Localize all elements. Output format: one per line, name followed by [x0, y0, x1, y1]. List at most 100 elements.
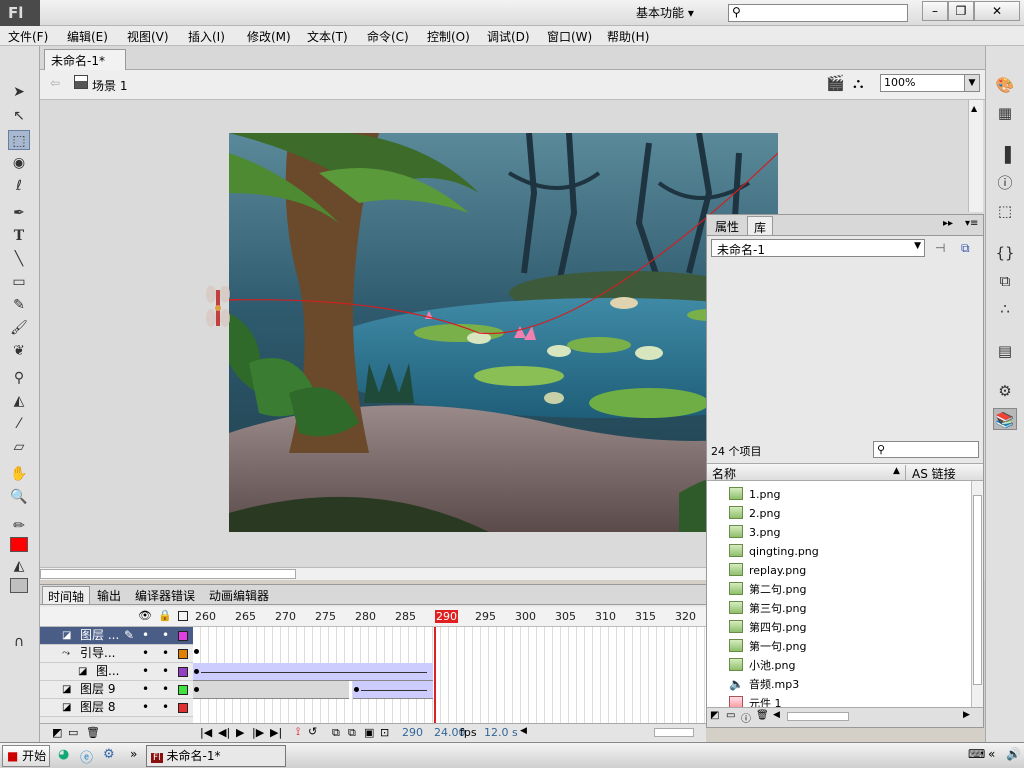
library-item[interactable]: 🔈 音频.mp3 — [729, 675, 799, 694]
tab-timeline[interactable]: 时间轴 — [42, 586, 91, 604]
edit-multiple-frames-icon[interactable]: ▣ — [364, 726, 374, 739]
step-forward-icon[interactable]: |▶ — [252, 726, 264, 739]
3d-rotation-tool-icon[interactable]: ◉ — [8, 153, 30, 173]
paint-bucket-tool-icon[interactable]: ◭ — [8, 391, 30, 411]
sort-icon[interactable]: ▲ — [893, 466, 900, 476]
menu-debug[interactable]: 调试(D) — [487, 28, 530, 45]
layer-row[interactable]: ◪ 图... • • — [40, 663, 193, 681]
panel-menu-icon[interactable]: ▾≡ — [965, 218, 978, 229]
visibility-dot[interactable]: • — [142, 627, 149, 644]
menu-modify[interactable]: 修改(M) — [247, 28, 291, 45]
new-folder-icon[interactable]: ▭ — [68, 726, 78, 739]
onion-markers-icon[interactable]: ⊡ — [380, 726, 389, 739]
visibility-dot[interactable]: • — [142, 663, 149, 680]
pen-tool-icon[interactable]: ✒ — [8, 203, 30, 223]
onion-skin-icon[interactable]: ⧉ — [332, 726, 340, 740]
keyframe[interactable] — [194, 649, 199, 654]
layer-outline-color[interactable] — [178, 667, 188, 677]
subselection-tool-icon[interactable]: ↖ — [8, 106, 30, 126]
keyboard-icon[interactable]: ⌨ — [968, 747, 985, 761]
document-tab[interactable]: 未命名-1* × — [44, 49, 126, 83]
layer-outline-color[interactable] — [178, 649, 188, 659]
code-snippets-icon[interactable]: {} — [993, 242, 1017, 264]
color-panel-icon[interactable]: 🎨 — [993, 74, 1017, 96]
static-frames-span[interactable] — [193, 681, 349, 699]
fill-color-icon[interactable]: ◭ — [8, 556, 30, 576]
outline-icon[interactable] — [178, 611, 188, 621]
menu-insert[interactable]: 插入(I) — [188, 28, 225, 45]
last-frame-icon[interactable]: ▶| — [270, 726, 282, 739]
layer-row[interactable]: ⤳ 引导... • • — [40, 645, 193, 663]
movie-explorer-icon[interactable]: ⚙ — [993, 380, 1017, 402]
frames-grid[interactable] — [193, 627, 706, 723]
delete-icon[interactable]: 🗑 — [756, 710, 769, 721]
tab-properties[interactable]: 属性 — [709, 216, 745, 235]
lock-dot[interactable]: • — [162, 681, 169, 698]
library-item[interactable]: 第三句.png — [729, 599, 806, 618]
eraser-tool-icon[interactable]: ▱ — [8, 437, 30, 457]
keyframe[interactable] — [194, 669, 199, 674]
properties-icon[interactable]: ⓘ — [741, 710, 751, 725]
stage-horizontal-scrollbar[interactable] — [40, 567, 706, 580]
info-panel-icon[interactable]: ⓘ — [993, 172, 1017, 194]
onion-outline-icon[interactable]: ⧉ — [348, 726, 356, 740]
menu-view[interactable]: 视图(V) — [127, 28, 169, 45]
layer-row[interactable]: ◪ 图层 9 • • — [40, 681, 193, 699]
library-item[interactable]: 3.png — [729, 523, 780, 542]
fill-color-swatch[interactable] — [10, 578, 28, 593]
column-as-link[interactable]: AS 链接 — [905, 465, 956, 482]
eye-icon[interactable]: 👁 — [138, 609, 152, 622]
stroke-color-icon[interactable]: ✏ — [8, 516, 30, 536]
tray-chevron-icon[interactable]: « — [988, 747, 995, 761]
center-frame-icon[interactable]: ⟟ — [296, 725, 300, 739]
stage-canvas[interactable] — [229, 133, 778, 532]
pencil-tool-icon[interactable]: ✎ — [8, 295, 30, 315]
library-panel-icon[interactable]: 📚 — [993, 408, 1017, 430]
taskbar-flash-window[interactable]: Fl 未命名-1* — [146, 745, 286, 767]
pin-library-icon[interactable]: ⊣ — [935, 241, 945, 255]
workspace-switcher[interactable]: 基本功能 ▾ — [636, 4, 694, 21]
menu-commands[interactable]: 命令(C) — [367, 28, 409, 45]
brush-tool-icon[interactable]: 🖌 — [8, 318, 30, 338]
new-layer-icon[interactable]: ◩ — [52, 726, 62, 739]
scroll-left-icon[interactable]: ◀ — [773, 710, 780, 720]
tab-library[interactable]: 库 — [747, 216, 774, 235]
edit-symbols-icon[interactable]: ⛬ — [853, 74, 864, 92]
settings-icon[interactable]: ⚙ — [103, 747, 115, 762]
scroll-up-icon[interactable]: ▲ — [971, 104, 981, 113]
play-icon[interactable]: ▶ — [236, 726, 244, 739]
step-back-icon[interactable]: ◀| — [218, 726, 230, 739]
library-item[interactable]: 第四句.png — [729, 618, 806, 637]
scroll-right-icon[interactable]: ▶ — [963, 710, 970, 720]
scene-label[interactable]: 场景 1 — [92, 77, 127, 94]
swatches-panel-icon[interactable]: ▦ — [993, 102, 1017, 124]
line-tool-icon[interactable]: ╲ — [8, 249, 30, 269]
layer-name[interactable]: 图层 8 — [80, 699, 115, 716]
current-frame[interactable]: 290 — [402, 726, 423, 739]
dragonfly-sprite[interactable] — [203, 285, 233, 330]
bone-tool-icon[interactable]: ⚲ — [8, 368, 30, 388]
snap-magnet-icon[interactable]: ∩ — [8, 632, 30, 652]
visibility-dot[interactable]: • — [142, 681, 149, 698]
volume-icon[interactable]: 🔊 — [1006, 747, 1021, 761]
library-document-select[interactable]: 未命名-1 ▼ — [711, 239, 925, 257]
tab-output[interactable]: 输出 — [92, 586, 126, 604]
chrome-icon[interactable]: ◕ — [58, 747, 69, 762]
library-search-input[interactable]: ⚲ — [873, 441, 979, 458]
rectangle-tool-icon[interactable]: ▭ — [8, 272, 30, 292]
layer-outline-color[interactable] — [178, 703, 188, 713]
back-arrow-icon[interactable]: ⇦ — [50, 76, 60, 90]
maximize-button[interactable]: ❐ — [948, 1, 974, 21]
keyframe[interactable] — [354, 687, 359, 692]
zoom-dropdown-icon[interactable]: ▼ — [964, 75, 979, 91]
visibility-dot[interactable]: • — [142, 645, 149, 662]
layer-name[interactable]: 图层 9 — [80, 681, 115, 698]
menu-edit[interactable]: 编辑(E) — [67, 28, 108, 45]
project-panel-icon[interactable]: ▤ — [993, 340, 1017, 362]
layer-row[interactable]: ◪ 图层 8 • • — [40, 699, 193, 717]
loop-icon[interactable]: ↺ — [308, 725, 317, 738]
quicklaunch-chevron[interactable]: » — [130, 747, 137, 761]
layer-row[interactable]: ◪ 图层 ... • • ✎ — [40, 627, 193, 645]
column-name[interactable]: 名称 — [712, 465, 736, 482]
panel-collapse-icon[interactable]: ▸▸ — [943, 218, 953, 229]
